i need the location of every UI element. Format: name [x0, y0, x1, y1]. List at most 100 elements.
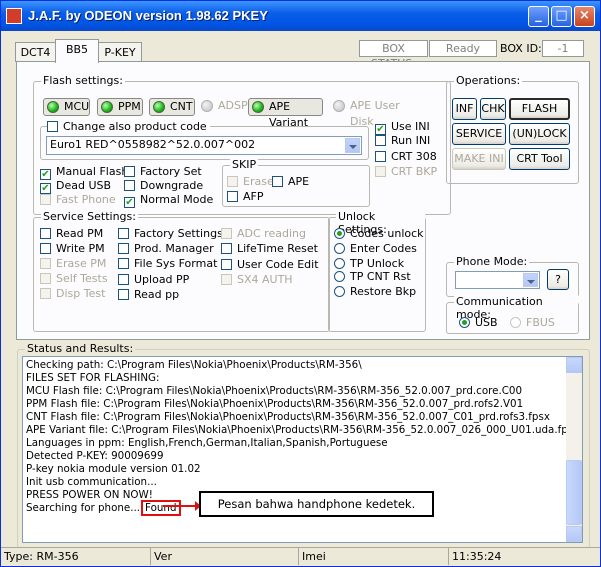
log-scrollbar[interactable] [566, 357, 582, 542]
log-line: PRESS POWER ON NOW! [26, 489, 153, 501]
log-line: APE Variant file: C:\Program Files\Nokia… [26, 424, 580, 436]
self-tests-checkbox: Self Tests [40, 272, 108, 285]
chevron-down-icon[interactable] [345, 138, 360, 153]
lifetime-reset-checkbox[interactable]: LifeTime Reset [221, 242, 318, 255]
fast-phone-checkbox: Fast Phone [40, 193, 116, 206]
crt308-checkbox[interactable]: CRT 308 [375, 150, 437, 163]
read-pp-checkbox[interactable]: Read pp [118, 288, 179, 301]
scroll-down-icon[interactable] [566, 526, 582, 542]
manual-flash-checkbox[interactable]: ✔ Manual Flash [40, 165, 128, 180]
close-button[interactable]: × [574, 6, 595, 27]
disp-test-checkbox: Disp Test [40, 287, 105, 300]
checkbox-icon [375, 151, 386, 162]
user-code-edit-checkbox[interactable]: User Code Edit [221, 258, 319, 271]
checkbox-icon [40, 288, 51, 299]
led-ape-user-disk: APE User Disk [330, 98, 420, 128]
skip-ape-checkbox[interactable]: APE [272, 175, 309, 188]
skip-afp-checkbox[interactable]: AFP [227, 190, 264, 203]
tp-unlock-radio[interactable]: TP Unlock [334, 257, 404, 270]
checkbox-icon [375, 135, 386, 146]
sx4-auth-checkbox: SX4 AUTH [221, 273, 293, 286]
log-line: P-key nokia module version 01.02 [26, 463, 201, 475]
checkbox-icon [124, 166, 135, 177]
fbus-radio: FBUS [510, 316, 555, 329]
phone-mode-select[interactable] [455, 271, 540, 289]
checkbox-icon [221, 259, 232, 270]
upload-pp-checkbox[interactable]: Upload PP [118, 273, 189, 286]
factory-set-checkbox[interactable]: Factory Set [124, 165, 202, 178]
write-pm-checkbox[interactable]: Write PM [40, 242, 105, 255]
led-ppm[interactable]: PPM [97, 98, 143, 116]
help-button[interactable]: ? [547, 269, 569, 290]
box-id-label: BOX ID: [500, 42, 542, 55]
led-ape-variant[interactable]: APE Variant [248, 98, 323, 129]
app-icon [6, 8, 22, 24]
chk-button[interactable]: CHK [480, 98, 506, 120]
service-settings-title: Service Settings: [41, 210, 138, 223]
service-button[interactable]: SERVICE [452, 123, 506, 145]
title-bar[interactable]: J.A.F. by ODEON version 1.98.62 PKEY _ □… [1, 1, 600, 31]
change-product-code-checkbox[interactable]: Change also product code [47, 120, 210, 133]
restore-bkp-radio[interactable]: Restore Bkp [334, 285, 416, 298]
log-line: Detected P-KEY: 90009699 [26, 450, 164, 462]
tab-bb5[interactable]: BB5 [55, 39, 99, 63]
app-window: J.A.F. by ODEON version 1.98.62 PKEY _ □… [0, 0, 601, 567]
log-line: Languages in ppm: English,French,German,… [26, 437, 388, 449]
unlock-button[interactable]: (UN)LOCK [509, 123, 570, 145]
downgrade-checkbox[interactable]: Downgrade [124, 179, 203, 192]
led-adsp: ADSP [198, 98, 250, 116]
led-on-icon [47, 101, 59, 113]
checkbox-icon [221, 243, 232, 254]
minimize-button[interactable]: _ [528, 6, 549, 27]
codes-unlock-radio[interactable]: Codes unlock [334, 227, 424, 240]
led-on-icon [153, 101, 165, 113]
skip-erase-checkbox: Erase [227, 175, 274, 188]
checkbox-icon [118, 243, 129, 254]
log-line: CNT Flash file: C:\Program Files\Nokia\P… [26, 411, 550, 423]
scroll-thumb[interactable] [566, 460, 582, 525]
product-code-select[interactable]: Euro1 RED^0558982^52.0.007^002 [46, 136, 362, 155]
flash-button[interactable]: FLASH [509, 98, 570, 120]
normal-mode-checkbox[interactable]: ✔ Normal Mode [124, 193, 213, 208]
checkbox-icon [40, 194, 51, 205]
log-line: Init usb communication... [26, 476, 157, 488]
crt-tool-button[interactable]: CRT Tool [509, 148, 570, 170]
annotation-callout: Pesan bahwa handphone kedetek. [199, 491, 434, 517]
prod-manager-checkbox[interactable]: Prod. Manager [118, 242, 214, 255]
inf-button[interactable]: INF [452, 98, 477, 120]
bb5-panel: Flash settings: MCU PPM CNT ADSP APE Var… [16, 61, 590, 340]
checkbox-icon [47, 121, 58, 132]
factory-settings-checkbox[interactable]: Factory Settings [118, 227, 223, 240]
checkbox-icon [221, 274, 232, 285]
tab-dct4[interactable]: DCT4 [15, 42, 56, 62]
checkbox-icon [124, 180, 135, 191]
checkbox-icon [227, 191, 238, 202]
checkbox-checked-icon: ✔ [124, 197, 135, 208]
run-ini-checkbox[interactable]: Run INI [375, 134, 430, 147]
chevron-down-icon[interactable] [523, 273, 538, 287]
led-on-icon [101, 101, 113, 113]
enter-codes-radio[interactable]: Enter Codes [334, 242, 417, 255]
led-off-icon [201, 100, 213, 112]
tab-pkey[interactable]: P-KEY [98, 42, 142, 62]
crt-bkp-checkbox: CRT BKP [375, 165, 437, 178]
scroll-up-icon[interactable] [566, 357, 582, 373]
led-mcu[interactable]: MCU [43, 98, 90, 116]
checkbox-icon [40, 243, 51, 254]
callout-arrow-icon [163, 501, 201, 511]
led-cnt[interactable]: CNT [149, 98, 195, 116]
checkbox-icon [40, 273, 51, 284]
checkbox-icon [221, 228, 232, 239]
radio-icon [334, 243, 345, 254]
use-ini-checkbox[interactable]: ✔ Use INI [375, 120, 430, 135]
file-sys-format-checkbox[interactable]: File Sys Format [118, 257, 217, 270]
read-pm-checkbox[interactable]: Read PM [40, 227, 103, 240]
statusbar-time: 11:35:24 [449, 547, 600, 565]
maximize-button[interactable]: □ [551, 6, 572, 27]
usb-radio[interactable]: USB [459, 316, 498, 329]
flash-settings-title: Flash settings: [41, 74, 125, 87]
dead-usb-checkbox[interactable]: ✔ Dead USB [40, 179, 111, 194]
status-results-title: Status and Results: [25, 342, 136, 355]
tp-cnt-rst-radio[interactable]: TP CNT Rst [334, 270, 411, 283]
checkbox-icon [375, 166, 386, 177]
